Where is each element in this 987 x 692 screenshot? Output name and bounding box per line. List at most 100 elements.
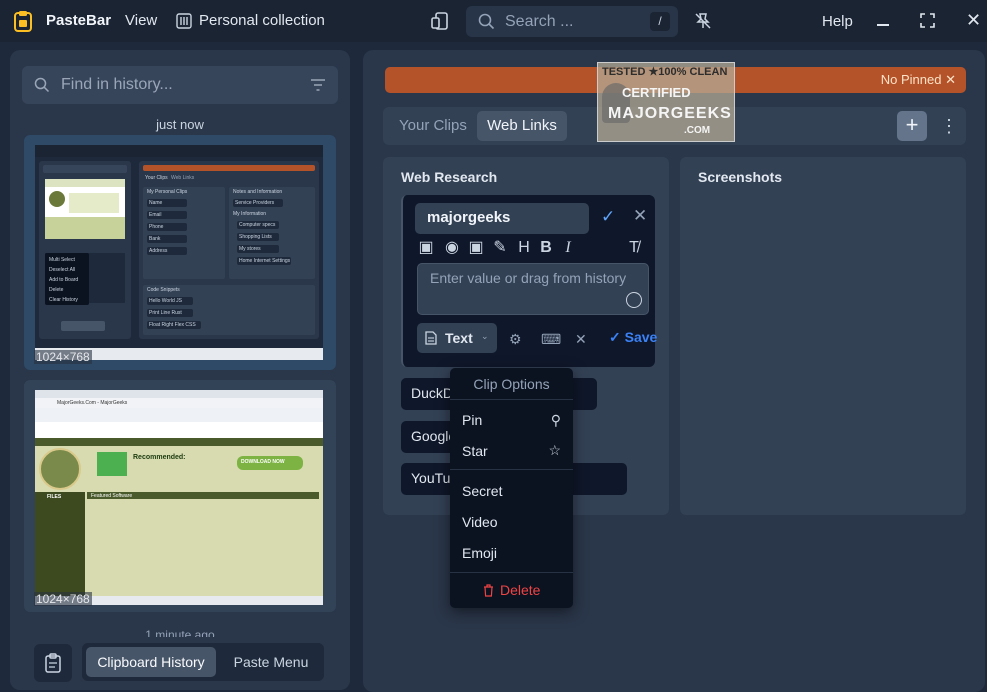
bold-icon[interactable]: B [537, 239, 555, 257]
discard-icon[interactable]: ✕ [575, 332, 587, 346]
history-clip-image[interactable]: Multi Select Deselect All Add to Board D… [24, 135, 336, 370]
mini-titlebar [35, 145, 323, 157]
paste-menu-tab[interactable]: Paste Menu [223, 647, 319, 677]
history-panel: Find in history... just now Multi Select [10, 50, 350, 690]
more-options-icon[interactable]: ⋮ [939, 115, 959, 137]
mini-clip: Phone [149, 224, 164, 230]
pin-off-icon[interactable] [693, 11, 713, 31]
close-button[interactable]: ✕ [966, 11, 981, 29]
save-button[interactable]: ✓ Save [609, 329, 657, 346]
mini-menu-item: Deselect All [49, 267, 76, 273]
menu-item-video[interactable]: Video [462, 514, 498, 530]
mini-clip: Print Line Rust [149, 310, 182, 316]
edit-icon[interactable]: ✎ [491, 239, 509, 257]
global-search[interactable]: Search ... / [466, 6, 678, 37]
mini-download: DOWNLOAD NOW [241, 459, 285, 465]
settings-icon[interactable]: ⚙ [509, 332, 522, 346]
clip-options-menu: Clip Options Pin ⚲ Star ☆ Secret Video E… [450, 368, 573, 608]
menu-item-emoji[interactable]: Emoji [462, 545, 497, 561]
clip-name-input[interactable]: majorgeeks [415, 203, 589, 234]
filter-icon[interactable] [310, 78, 326, 92]
mini-clip: Float Right Flex CSS [149, 322, 196, 328]
history-search-placeholder: Find in history... [61, 76, 173, 93]
watermark-line: MAJORGEEKS [608, 105, 732, 122]
clear-format-icon[interactable]: T̸ [625, 239, 643, 257]
view-menu[interactable]: View [125, 12, 157, 29]
add-tab-button[interactable]: + [897, 111, 927, 141]
help-menu[interactable]: Help [822, 13, 853, 30]
board-screenshots: Screenshots [680, 157, 966, 515]
trash-icon [484, 584, 493, 597]
collection-selector[interactable]: Personal collection [199, 12, 325, 29]
timestamp-label: 1 minute ago [145, 628, 215, 637]
mini-subtitle: My Information [233, 211, 267, 217]
document-icon [425, 331, 437, 345]
history-clip-image[interactable]: Recommended: DOWNLOAD NOW FILES Featured… [24, 380, 336, 612]
confirm-icon[interactable]: ✓ [601, 208, 615, 225]
history-bottom-bar: Clipboard History Paste Menu [10, 638, 350, 690]
clip-value-input[interactable]: Enter value or drag from history [417, 263, 649, 315]
clip-editor: majorgeeks ✓ ✕ ▣ ◉ ▣ ✎ H B I T̸ Enter va… [401, 195, 657, 367]
mini-clip: Address [149, 248, 168, 254]
mini-site-title: MajorGeeks.Com - MajorGeeks [57, 400, 128, 406]
tab-your-clips[interactable]: Your Clips [399, 117, 467, 134]
mini-board-title: My Personal Clips [147, 189, 188, 195]
title-bar: PasteBar View Personal collection Search… [0, 0, 987, 42]
search-placeholder: Search ... [505, 13, 574, 30]
mini-clip: Hello World JS [149, 298, 182, 304]
majorgeeks-watermark: TESTED ★100% CLEAN CERTIFIED MAJORGEEKS … [597, 62, 735, 142]
clipboard-icon [45, 653, 61, 673]
star-icon: ☆ [548, 442, 561, 458]
block-icon[interactable]: ▣ [467, 239, 485, 257]
search-icon [34, 77, 50, 93]
emoji-icon[interactable] [626, 292, 642, 308]
clipboard-toggle-button[interactable] [34, 644, 72, 682]
no-pinned-label[interactable]: No Pinned ✕ [881, 72, 956, 88]
tab-web-links[interactable]: Web Links [477, 111, 567, 141]
mini-history-panel: Multi Select Deselect All Add to Board D… [39, 161, 131, 339]
mini-clip: Computer specs [239, 222, 276, 228]
mini-clip: Bank [149, 236, 161, 242]
menu-item-delete[interactable]: Delete [500, 582, 540, 598]
menu-item-pin[interactable]: Pin [462, 412, 482, 428]
clipboard-logo-icon [14, 11, 32, 32]
app-name: PasteBar [46, 12, 112, 29]
menu-header: Clip Options [473, 376, 550, 392]
mini-clip: Service Providers [235, 200, 275, 206]
clipboard-history-tab[interactable]: Clipboard History [86, 647, 216, 677]
collection-icon [176, 13, 192, 29]
mini-clip: Email [149, 212, 162, 218]
clip-image-thumbnail: Multi Select Deselect All Add to Board D… [35, 145, 323, 360]
clip-image-thumbnail: Recommended: DOWNLOAD NOW FILES Featured… [35, 390, 323, 605]
italic-icon[interactable]: I [559, 239, 577, 257]
maximize-button[interactable] [920, 13, 935, 28]
keyboard-icon[interactable]: ⌨ [541, 332, 561, 346]
mini-recommended: Recommended: [133, 454, 186, 461]
mini-menu-item: Multi Select [49, 257, 75, 263]
cancel-icon[interactable]: ✕ [633, 207, 647, 224]
device-icon[interactable] [431, 11, 449, 31]
clip-type-select[interactable]: Text ⌄ [417, 323, 497, 353]
mini-files: FILES [47, 494, 62, 500]
mini-clip: My stores [239, 246, 261, 252]
pin-icon: ⚲ [550, 412, 561, 428]
history-search-input[interactable]: Find in history... [22, 66, 338, 104]
board-title: Web Research [401, 169, 498, 185]
mini-clip: Home Internet Settings [239, 258, 291, 264]
clip-value-placeholder: Enter value or drag from history [430, 270, 627, 286]
watermark-line: .COM [684, 125, 711, 136]
mini-board-title: Code Snippets [147, 287, 180, 293]
record-icon[interactable]: ◉ [443, 239, 461, 257]
mini-board-title: Notes and Information [233, 189, 283, 195]
watermark-line: CERTIFIED [622, 85, 691, 100]
menu-item-secret[interactable]: Secret [462, 483, 502, 499]
text-type-icon[interactable]: ▣ [417, 239, 435, 257]
minimize-button[interactable] [877, 24, 889, 26]
heading-icon[interactable]: H [515, 239, 533, 257]
mini-clip: Name [149, 200, 163, 206]
mini-featured: Featured Software [91, 493, 133, 499]
history-mode-switch: Clipboard History Paste Menu [82, 643, 324, 681]
menu-item-star[interactable]: Star [462, 443, 488, 459]
mini-menu-item: Clear History [49, 297, 78, 303]
mini-clip: Shopping Lists [239, 234, 272, 240]
